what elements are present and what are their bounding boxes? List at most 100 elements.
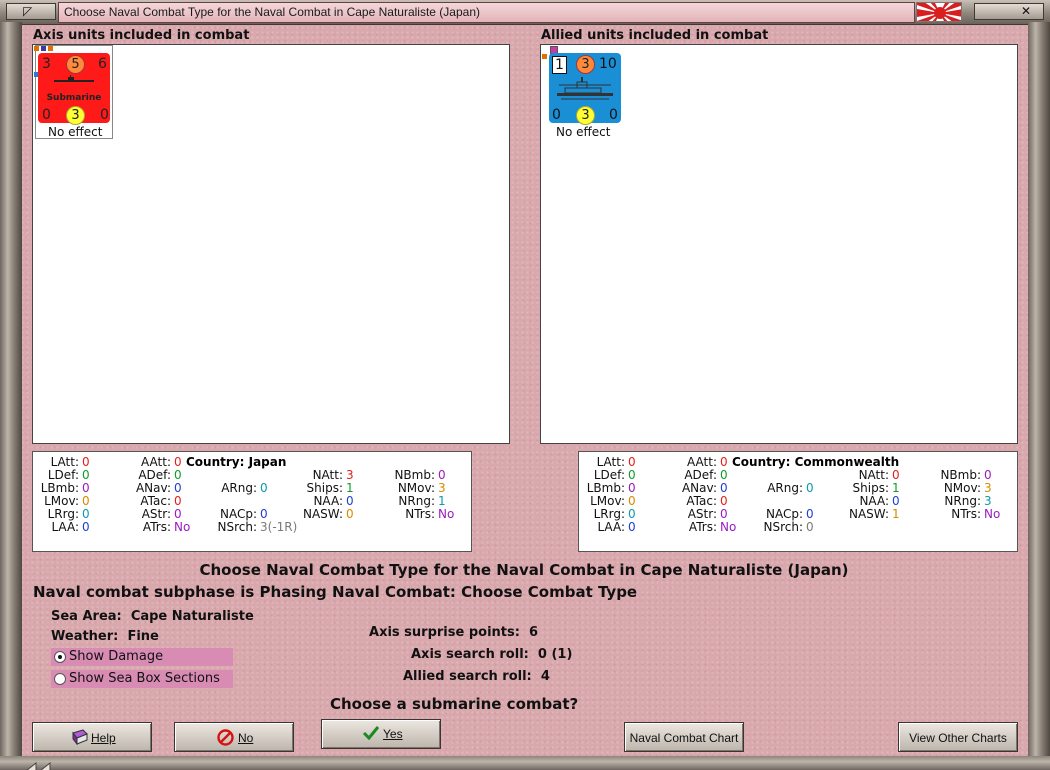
counter-value: 1 xyxy=(552,56,567,74)
stat-nrng: NRng: 1 xyxy=(398,494,446,508)
counter-value: 0 xyxy=(552,107,561,123)
allied-search-roll: Allied search roll: 4 xyxy=(403,669,550,684)
stat-ships: Ships: 1 xyxy=(306,481,354,495)
frame-right xyxy=(1028,22,1050,770)
axis-units-header: Axis units included in combat xyxy=(33,28,250,43)
unit-type-label: Submarine xyxy=(46,93,102,103)
stat-atrs: ATrs: No xyxy=(688,520,737,534)
show-sea-box-option[interactable]: Show Sea Box Sections xyxy=(51,670,233,688)
stat-anav: ANav: 0 xyxy=(135,481,182,495)
axis-units-panel[interactable]: 3 5 6 Submarine 0 3 0 No effect xyxy=(32,44,510,444)
stat-lbmb: LBmb: 0 xyxy=(586,481,636,495)
cruiser-icon xyxy=(557,77,613,100)
allied-marker-icon xyxy=(542,54,547,59)
stat-lmov: LMov: 0 xyxy=(44,494,90,508)
stat-natt: NAtt: 3 xyxy=(312,468,354,482)
axis-search-roll: Axis search roll: 0 (1) xyxy=(411,647,573,662)
stat-nmov: NMov: 3 xyxy=(397,481,446,495)
stat-ships: Ships: 1 xyxy=(852,481,900,495)
system-menu-button[interactable]: ◸ xyxy=(6,3,56,20)
stat-lrrg: LRrg: 0 xyxy=(593,507,636,521)
allied-units-header: Allied units included in combat xyxy=(541,28,769,43)
stat-astr: AStr: 0 xyxy=(141,507,182,521)
stat-nsrch: NSrch: 0 xyxy=(763,520,814,534)
allied-units-panel[interactable]: 1 3 10 0 3 0 No effect xyxy=(540,44,1018,444)
axis-surprise-points: Axis surprise points: 6 xyxy=(369,625,539,640)
yes-button[interactable]: Yes xyxy=(321,719,441,749)
submarine-icon xyxy=(54,75,94,82)
stat-ldef: LDef: 0 xyxy=(47,468,90,482)
stat-latt: LAtt: 0 xyxy=(50,455,90,469)
stat-anav: ANav: 0 xyxy=(681,481,728,495)
allied-stats-panel: Country: Commonwealth LAtt: 0 LDef: 0 LBmb: 0… xyxy=(578,451,1018,552)
frame-bottom xyxy=(0,756,1050,770)
stat-astr: AStr: 0 xyxy=(687,507,728,521)
weather: Weather: Fine xyxy=(51,629,159,644)
counter-value: 0 xyxy=(100,107,109,123)
no-icon xyxy=(217,729,234,746)
stat-atac: ATac: 0 xyxy=(140,494,182,508)
restore-icon: ◸ xyxy=(23,4,33,18)
counter-value: 0 xyxy=(609,107,618,123)
grip-icon xyxy=(26,761,51,770)
allied-country: Country: Commonwealth xyxy=(732,455,900,469)
axis-unit-effect: No effect xyxy=(48,125,103,139)
allied-unit-effect: No effect xyxy=(556,125,611,139)
axis-stats-panel: Country: Japan LAtt: 0 LDef: 0 LBmb: 0 LMov: 0 L… xyxy=(32,451,472,552)
stat-atac: ATac: 0 xyxy=(686,494,728,508)
axis-submarine-counter[interactable]: 3 5 6 Submarine 0 3 0 xyxy=(38,53,110,125)
stat-ldef: LDef: 0 xyxy=(593,468,636,482)
help-button[interactable]: Help xyxy=(32,722,152,752)
stat-nrng: NRng: 3 xyxy=(944,494,992,508)
stat-aatt: AAtt: 0 xyxy=(687,455,728,469)
allied-ship-counter[interactable]: 1 3 10 0 3 0 xyxy=(549,53,621,125)
stat-nasw: NASW: 0 xyxy=(302,507,354,521)
main-heading: Choose Naval Combat Type for the Naval C… xyxy=(199,561,849,579)
stat-adef: ADef: 0 xyxy=(138,468,182,482)
stat-laa: LAA: 0 xyxy=(597,520,636,534)
counter-value: 5 xyxy=(66,55,85,74)
stat-nasw: NASW: 1 xyxy=(848,507,900,521)
japan-flag-icon xyxy=(916,2,962,22)
counter-value: 3 xyxy=(42,56,51,72)
stat-nmov: NMov: 3 xyxy=(943,481,992,495)
stat-nacp: NACp: 0 xyxy=(765,507,814,521)
subphase-text: Naval combat subphase is Phasing Naval C… xyxy=(33,583,638,601)
book-icon xyxy=(72,729,88,745)
checkmark-icon xyxy=(362,726,380,741)
stat-natt: NAtt: 0 xyxy=(858,468,900,482)
show-damage-option[interactable]: Show Damage xyxy=(51,648,233,666)
stat-nbmb: NBmb: 0 xyxy=(394,468,446,482)
stat-naa: NAA: 0 xyxy=(313,494,354,508)
counter-value: 6 xyxy=(98,56,107,72)
close-button[interactable]: ✕ xyxy=(974,3,1044,20)
stat-atrs: ATrs: No xyxy=(142,520,191,534)
stat-nsrch: NSrch: 3(-1R) xyxy=(217,520,298,534)
stat-adef: ADef: 0 xyxy=(684,468,728,482)
sea-area: Sea Area: Cape Naturaliste xyxy=(51,609,254,624)
counter-value: 3 xyxy=(576,106,595,125)
axis-marker-icon xyxy=(34,46,39,51)
show-sea-box-radio[interactable] xyxy=(54,673,66,685)
stat-arng: ARng: 0 xyxy=(767,481,814,495)
show-damage-radio[interactable] xyxy=(54,651,66,663)
axis-country: Country: Japan xyxy=(186,455,287,469)
axis-marker-icon xyxy=(48,46,53,51)
no-button[interactable]: No xyxy=(174,722,294,752)
window-title: Choose Naval Combat Type for the Naval C… xyxy=(64,5,480,19)
stat-nacp: NACp: 0 xyxy=(219,507,268,521)
naval-combat-chart-button[interactable]: Naval Combat Chart xyxy=(624,722,744,752)
naval-combat-window: ◸ Choose Naval Combat Type for the Naval… xyxy=(0,0,1050,770)
axis-marker-icon xyxy=(41,46,46,51)
stat-naa: NAA: 0 xyxy=(859,494,900,508)
view-other-charts-button[interactable]: View Other Charts xyxy=(898,722,1018,752)
counter-value: 0 xyxy=(42,107,51,123)
close-icon: ✕ xyxy=(1021,4,1032,18)
counter-value: 10 xyxy=(599,56,617,72)
stat-aatt: AAtt: 0 xyxy=(141,455,182,469)
stat-ntrs: NTrs: No xyxy=(405,507,455,521)
stat-nbmb: NBmb: 0 xyxy=(940,468,992,482)
title-field: Choose Naval Combat Type for the Naval C… xyxy=(58,2,915,23)
stat-lmov: LMov: 0 xyxy=(590,494,636,508)
resize-grip[interactable] xyxy=(24,757,84,770)
